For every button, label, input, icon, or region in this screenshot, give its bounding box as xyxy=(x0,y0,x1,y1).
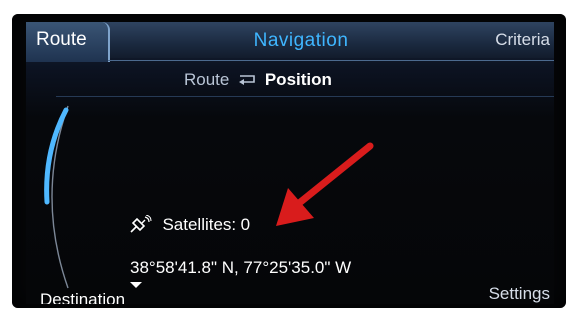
satellites-row: Satellites: 0 xyxy=(130,214,251,239)
tab-route-label: Route xyxy=(36,29,87,50)
satellites-label: Satellites: xyxy=(162,215,237,234)
destination-button[interactable]: Destination xyxy=(40,290,125,304)
screen-bezel: Route Navigation Criteria Route Position xyxy=(12,14,566,308)
chevron-down-icon xyxy=(130,282,142,288)
return-arrow-icon xyxy=(234,70,260,90)
tab-route[interactable]: Route xyxy=(26,22,110,62)
satellite-icon xyxy=(130,214,152,235)
page-title: Navigation xyxy=(253,30,349,51)
breadcrumb-position: Position xyxy=(264,70,332,89)
breadcrumb: Route Position xyxy=(184,70,332,90)
coordinates-readout: 38°58'41.8" N, 77°25'35.0" W xyxy=(130,258,352,277)
header-bar: Route Navigation Criteria xyxy=(26,22,554,62)
scroll-indicator[interactable] xyxy=(26,102,86,292)
settings-button[interactable]: Settings xyxy=(489,284,550,304)
breadcrumb-route: Route xyxy=(184,70,230,89)
nav-screen: Route Navigation Criteria Route Position xyxy=(26,22,554,304)
annotation-arrow xyxy=(276,142,374,226)
criteria-button[interactable]: Criteria xyxy=(495,30,550,50)
satellites-count: 0 xyxy=(240,215,251,234)
photo-background: Route Navigation Criteria Route Position xyxy=(0,0,574,316)
subtitle-divider xyxy=(56,96,554,97)
header-divider xyxy=(108,60,554,61)
